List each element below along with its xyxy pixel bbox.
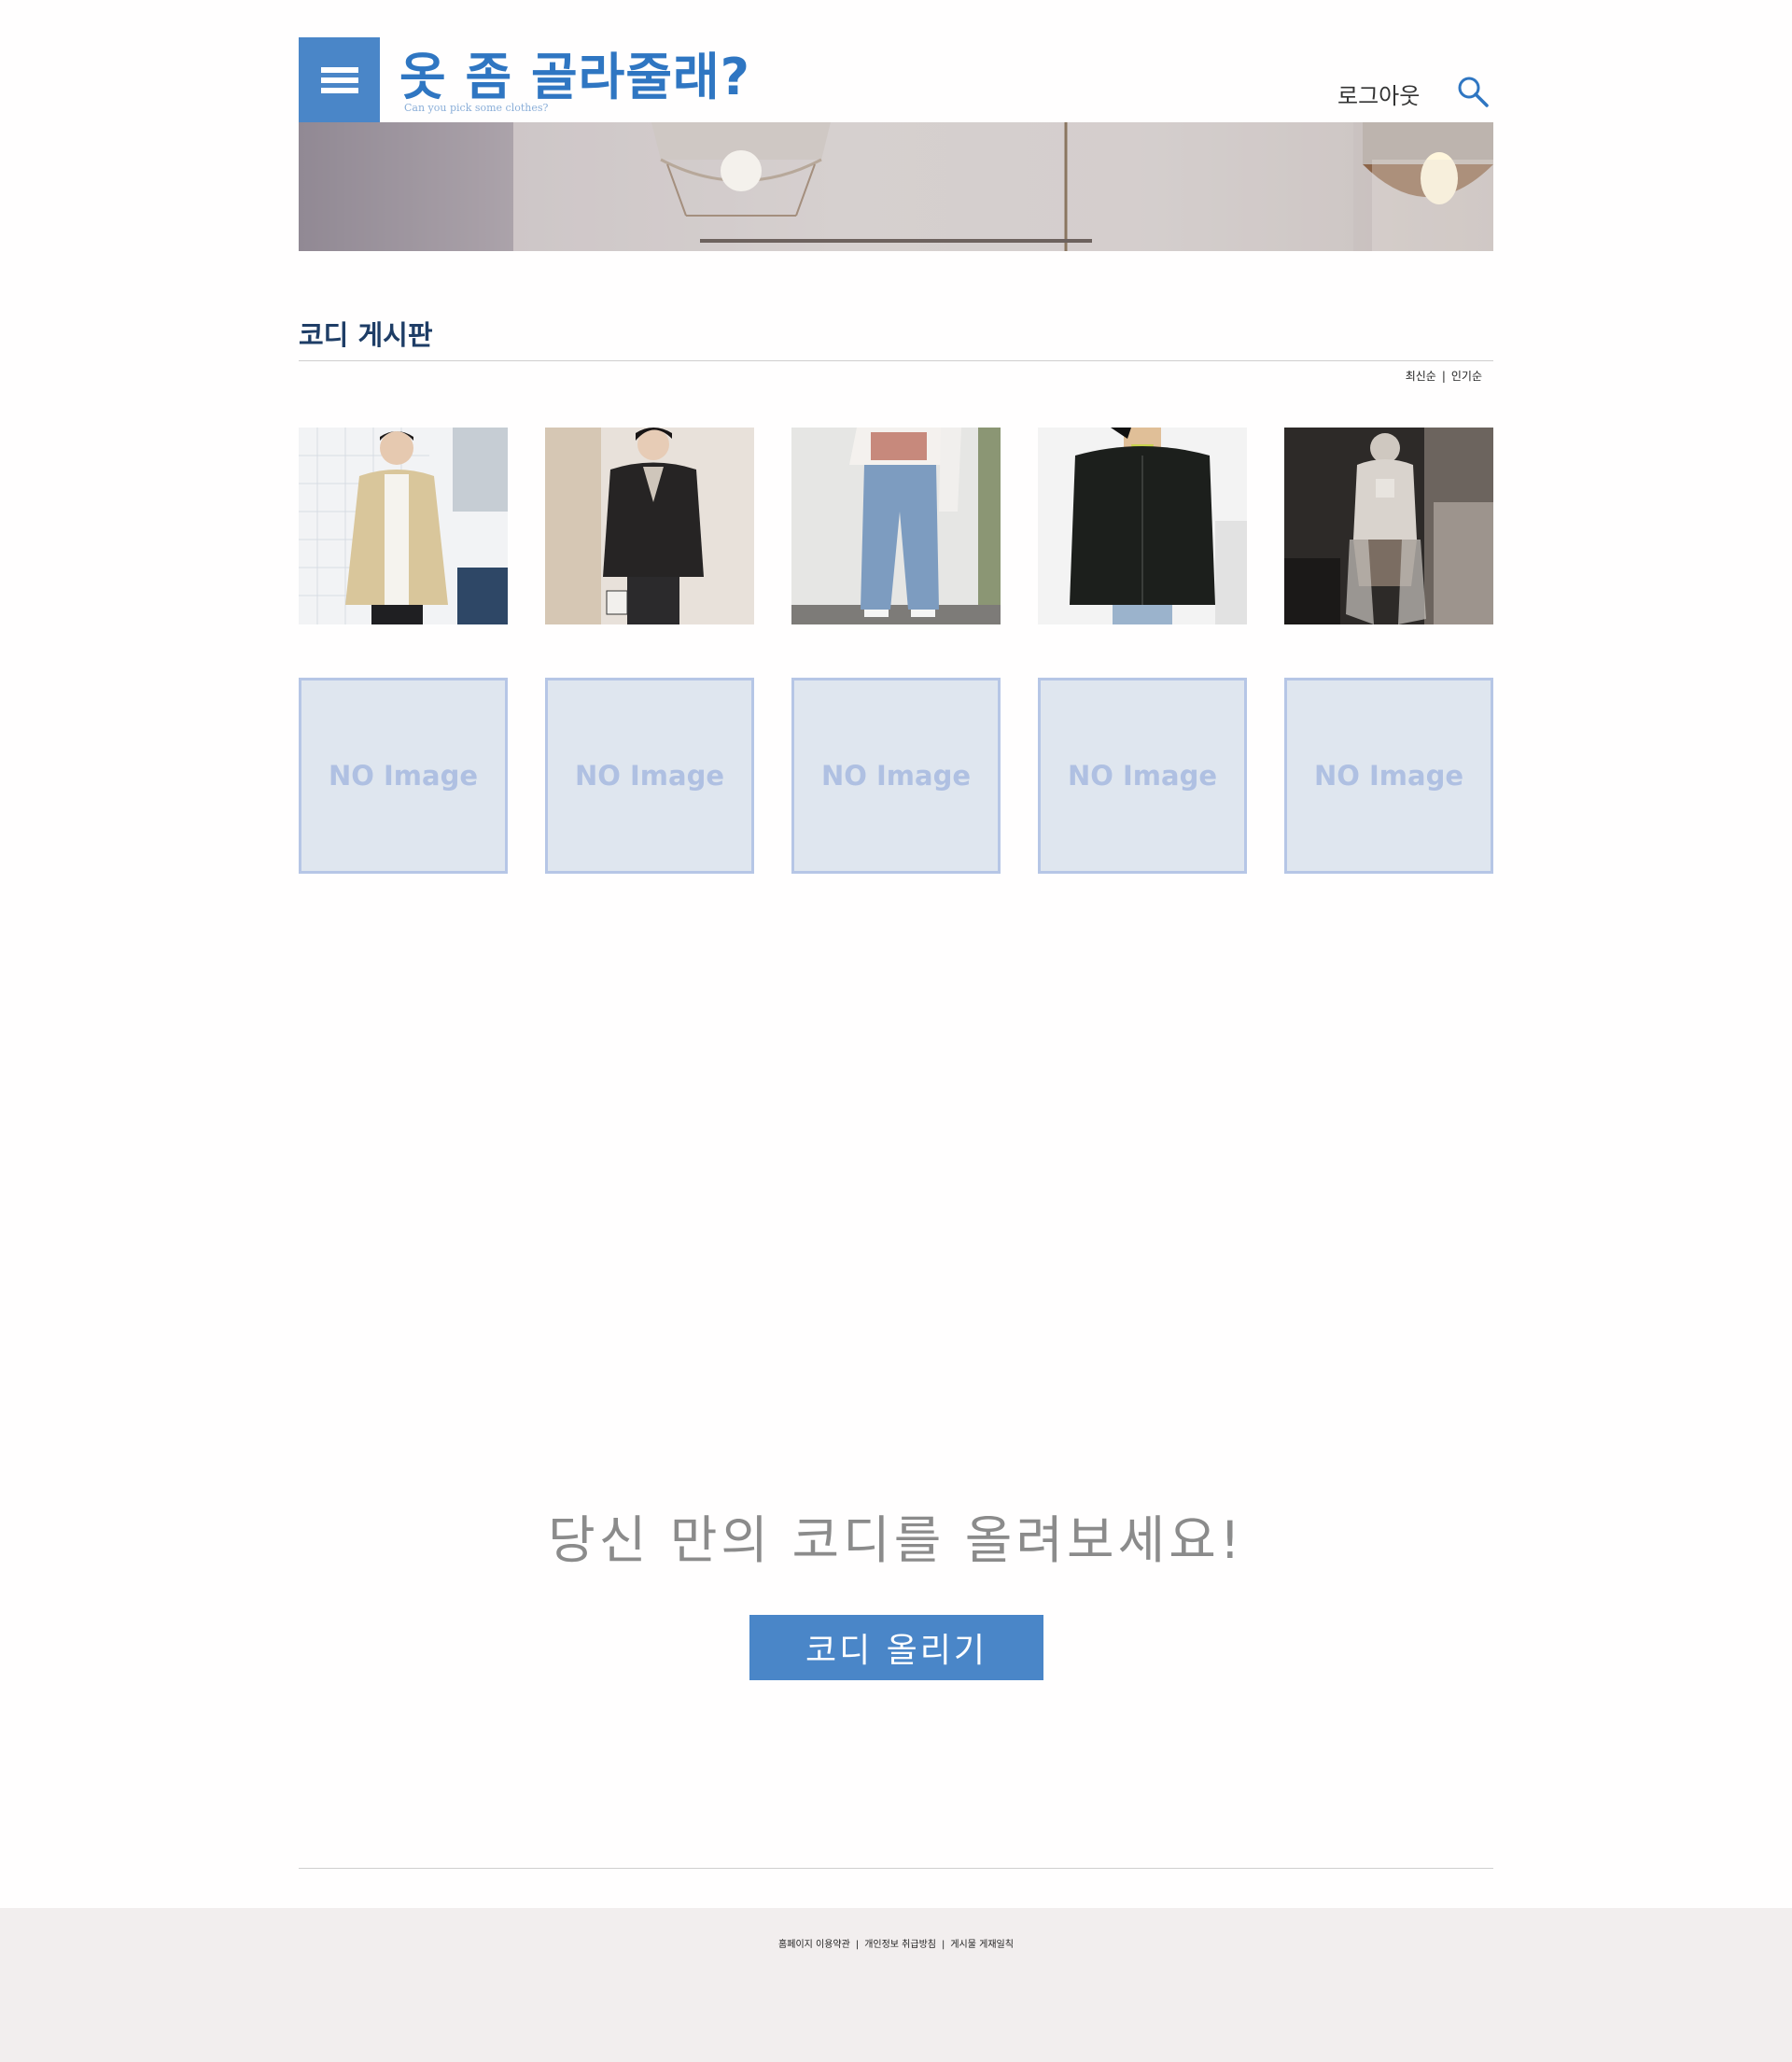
sort-separator: | [1441,370,1446,383]
divider [299,1868,1493,1869]
site-logo-title[interactable]: 옷 좀 골라줄래? [399,35,750,109]
outfit-thumbnail[interactable] [299,428,508,624]
footer-privacy-link[interactable]: 개인정보 취급방침 [864,1940,936,1950]
no-image-placeholder[interactable]: NO Image [791,678,1001,874]
footer-terms-link[interactable]: 홈페이지 이용약관 [778,1940,850,1950]
no-image-label: NO Image [1067,760,1218,792]
outfit-thumbnail[interactable] [791,428,1001,624]
site-logo-subtitle: Can you pick some clothes? [404,102,549,114]
footer-links: 홈페이지 이용약관 | 개인정보 취급방침 | 게시물 게재일칙 [0,1936,1792,1950]
footer-separator: | [941,1940,945,1950]
header-banner-image [299,122,1493,251]
search-icon[interactable] [1456,75,1490,108]
board-title: 코디 게시판 [299,319,433,351]
sort-options: 최신순 | 인기순 [1406,368,1482,384]
sort-latest-link[interactable]: 최신순 [1406,370,1436,383]
logout-link[interactable]: 로그아웃 [1337,77,1420,110]
sort-popular-link[interactable]: 인기순 [1451,370,1482,383]
no-image-placeholder[interactable]: NO Image [299,678,508,874]
no-image-label: NO Image [574,760,725,792]
no-image-label: NO Image [1313,760,1464,792]
no-image-placeholder[interactable]: NO Image [545,678,754,874]
no-image-placeholder[interactable]: NO Image [1038,678,1247,874]
upload-outfit-button[interactable]: 코디 올리기 [749,1615,1043,1680]
outfit-thumbnail[interactable] [1284,428,1493,624]
outfit-thumbnail[interactable] [1038,428,1247,624]
no-image-label: NO Image [328,760,479,792]
outfit-thumbnail[interactable] [545,428,754,624]
no-image-placeholder[interactable]: NO Image [1284,678,1493,874]
upload-prompt-text: 당신 만의 코디를 올려보세요! [548,1510,1244,1570]
footer: 홈페이지 이용약관 | 개인정보 취급방침 | 게시물 게재일칙 [0,1908,1792,2062]
footer-separator: | [855,1940,860,1950]
footer-posting-policy-link[interactable]: 게시물 게재일칙 [950,1940,1014,1950]
no-image-label: NO Image [820,760,972,792]
hamburger-menu-icon[interactable] [299,37,380,122]
divider [299,360,1493,361]
